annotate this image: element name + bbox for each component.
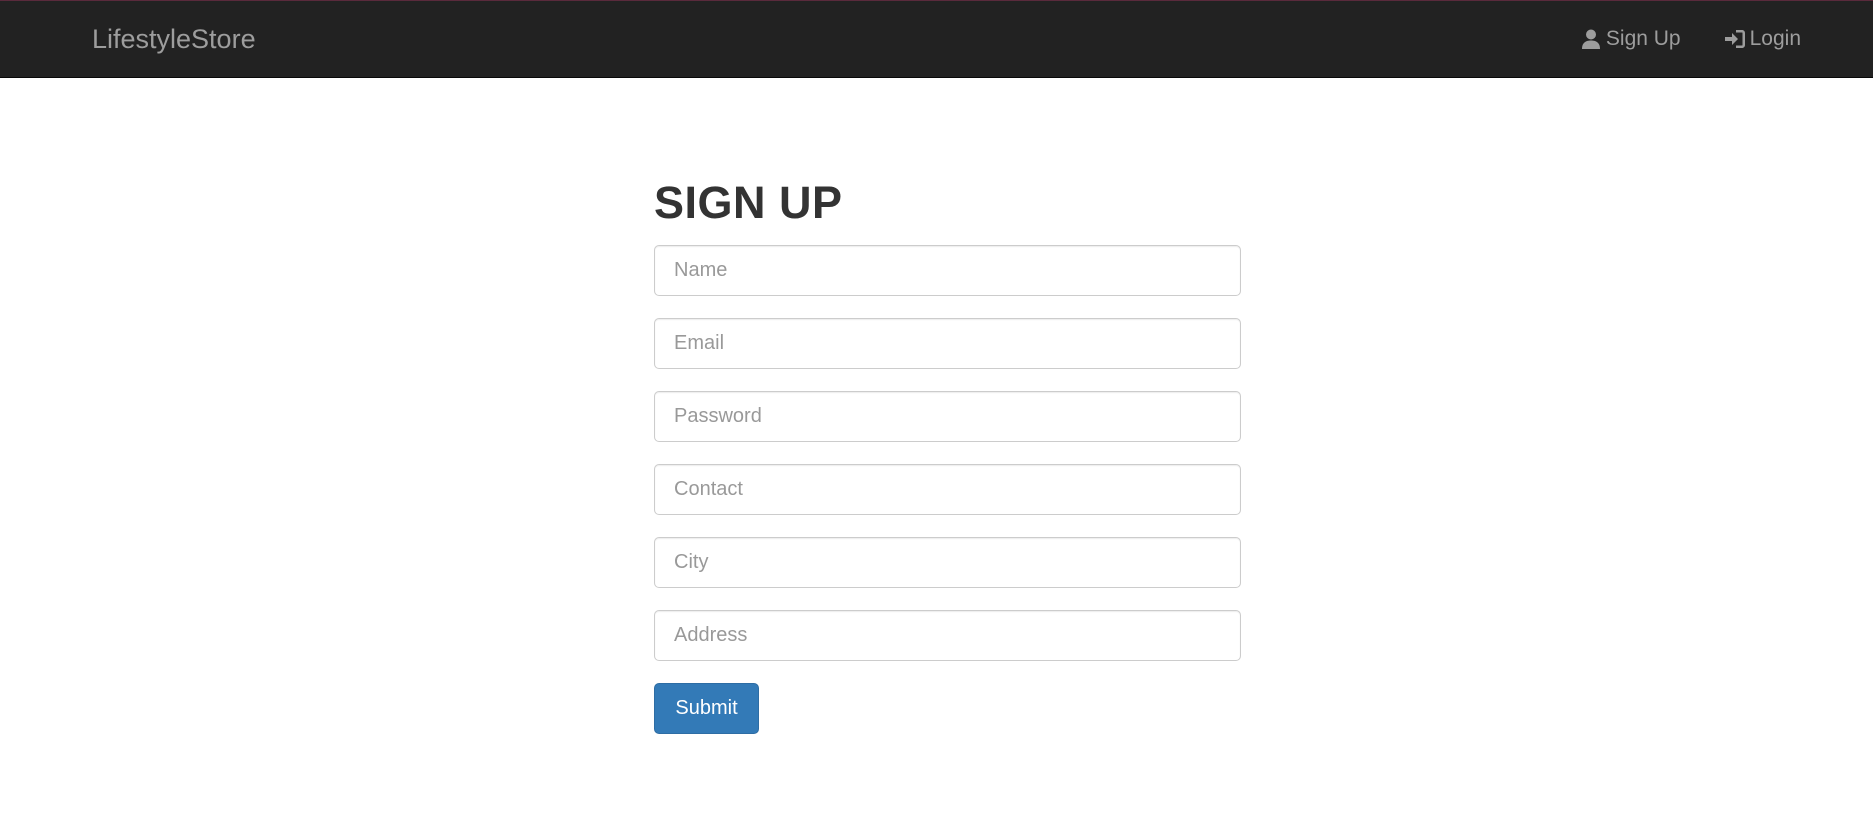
city-field[interactable] xyxy=(654,537,1241,588)
address-field[interactable] xyxy=(654,610,1241,661)
contact-field[interactable] xyxy=(654,464,1241,515)
submit-button[interactable]: Submit xyxy=(654,683,759,734)
email-field[interactable] xyxy=(654,318,1241,369)
page-title: SIGN UP xyxy=(654,177,843,228)
nav-login-label: Login xyxy=(1749,27,1801,50)
password-field[interactable] xyxy=(654,391,1241,442)
nav-signup-link[interactable]: Sign Up xyxy=(1580,25,1681,53)
signup-form: SIGN UP Submit xyxy=(654,176,1241,734)
top-navbar: LifestyleStore Sign Up Login xyxy=(0,0,1873,78)
login-icon xyxy=(1724,28,1746,50)
nav-signup-label: Sign Up xyxy=(1605,27,1681,50)
user-icon xyxy=(1580,28,1602,50)
name-field[interactable] xyxy=(654,245,1241,296)
brand-link[interactable]: LifestyleStore xyxy=(92,23,256,55)
nav-login-link[interactable]: Login xyxy=(1724,25,1801,53)
nav-links: Sign Up Login xyxy=(1580,25,1801,53)
